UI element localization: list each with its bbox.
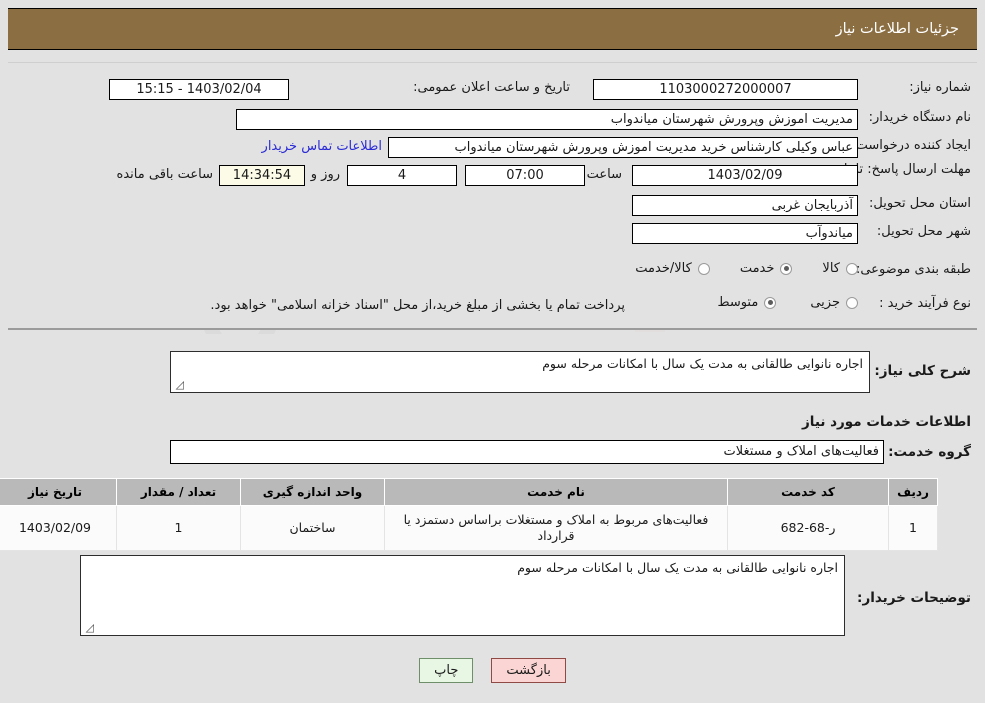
payment-note: پرداخت تمام یا بخشی از مبلغ خرید،از محل … (210, 298, 625, 313)
remaining-time-label: ساعت باقی مانده (116, 167, 213, 182)
public-announce-label: تاریخ و ساعت اعلان عمومی: (413, 80, 570, 95)
public-announce-label-wrap: تاریخ و ساعت اعلان عمومی: (413, 80, 570, 95)
deadline-date-value: 1403/02/09 (632, 165, 858, 186)
province-label: استان محل تحویل: (869, 196, 971, 211)
back-button[interactable]: بازگشت (491, 658, 566, 683)
table-header-row: ردیف کد خدمت نام خدمت واحد اندازه گیری ت… (0, 478, 938, 506)
col-service-name: نام خدمت (384, 478, 728, 506)
purchase-type-options: جزیی متوسط (717, 295, 858, 310)
col-need-date: تاریخ نیاز (0, 478, 117, 506)
service-group-value: فعالیت‌های املاک و مستغلات (170, 440, 884, 464)
purchase-type-option-jozii[interactable]: جزیی (810, 295, 858, 310)
need-number-row: شماره نیاز: (909, 80, 971, 95)
buyer-org-value: مدیریت اموزش وپرورش شهرستان میاندواب (236, 109, 858, 130)
buyer-notes-value: اجاره نانوایی طالقانی به مدت یک سال با ا… (517, 560, 838, 575)
page-root: AriaTender.net جزئیات اطلاعات نیاز شماره… (0, 0, 985, 703)
cell-service-name: فعالیت‌های مربوط به املاک و مستغلات براس… (384, 505, 728, 551)
need-number-label: شماره نیاز: (909, 80, 971, 95)
category-row: طبقه بندی موضوعی: (856, 262, 971, 277)
requester-value: عباس وکیلی کارشناس خرید مدیریت اموزش وپر… (388, 137, 858, 158)
category-option-kala-khedmat[interactable]: کالا/خدمت (635, 261, 710, 276)
category-option-label: کالا/خدمت (635, 261, 692, 276)
page-header-bar: جزئیات اطلاعات نیاز (8, 8, 977, 50)
public-announce-value: 1403/02/04 - 15:15 (109, 79, 289, 100)
purchase-type-option-label: جزیی (810, 295, 840, 310)
buyer-org-row: نام دستگاه خریدار: (869, 110, 971, 125)
city-label: شهر محل تحویل: (876, 224, 971, 239)
city-value: میاندوآب (632, 223, 858, 244)
deadline-label-wrap: مهلت ارسال پاسخ: تا تاریخ: (821, 162, 971, 177)
services-section-title: اطلاعات خدمات مورد نیاز (801, 414, 971, 430)
footer-button-row: بازگشت چاپ (0, 658, 985, 683)
cell-need-date: 1403/02/09 (0, 505, 117, 551)
category-option-label: کالا (822, 261, 840, 276)
requester-label: ایجاد کننده درخواست: (851, 138, 971, 153)
deadline-time-label: ساعت (586, 167, 622, 182)
deadline-time-value: 07:00 (465, 165, 585, 186)
purchase-type-row: نوع فرآیند خرید : (879, 296, 971, 311)
remaining-days-label: روز و (310, 167, 340, 182)
category-options: کالا خدمت کالا/خدمت (635, 261, 858, 276)
city-row: شهر محل تحویل: (877, 224, 971, 239)
need-desc-textarea[interactable]: اجاره نانوایی طالقانی به مدت یک سال با ا… (170, 351, 870, 393)
col-quantity: تعداد / مقدار (116, 478, 241, 506)
requester-row: ایجاد کننده درخواست: (851, 138, 971, 153)
resize-grip-icon[interactable]: ◿ (174, 379, 184, 390)
remaining-days-value: 4 (347, 165, 457, 186)
cell-row-no: 1 (888, 505, 938, 551)
buyer-notes-label: توضیحات خریدار: (857, 590, 971, 606)
services-table: ردیف کد خدمت نام خدمت واحد اندازه گیری ت… (0, 478, 938, 551)
need-number-value: 1103000272000007 (593, 79, 858, 100)
category-option-khedmat[interactable]: خدمت (740, 261, 793, 276)
table-row: 1 ر-68-682 فعالیت‌های مربوط به املاک و م… (0, 505, 938, 551)
cell-unit: ساختمان (240, 505, 385, 551)
buyer-org-label: نام دستگاه خریدار: (868, 110, 971, 125)
resize-grip-icon[interactable]: ◿ (84, 622, 94, 633)
radio-icon[interactable] (780, 262, 793, 275)
col-service-code: کد خدمت (727, 478, 889, 506)
print-button[interactable]: چاپ (419, 658, 474, 683)
purchase-type-label: نوع فرآیند خرید : (879, 296, 971, 311)
province-value: آذربایجان غربی (632, 195, 858, 216)
radio-icon[interactable] (846, 296, 858, 309)
service-group-label: گروه خدمت: (888, 444, 971, 460)
category-option-kala[interactable]: کالا (822, 261, 858, 276)
cell-service-code: ر-68-682 (727, 505, 889, 551)
province-row: استان محل تحویل: (869, 196, 971, 211)
page-title: جزئیات اطلاعات نیاز (835, 21, 959, 37)
radio-icon[interactable] (846, 262, 858, 275)
col-row-no: ردیف (888, 478, 938, 506)
buyer-notes-textarea[interactable]: اجاره نانوایی طالقانی به مدت یک سال با ا… (80, 555, 845, 636)
need-desc-value: اجاره نانوایی طالقانی به مدت یک سال با ا… (542, 356, 863, 371)
col-unit: واحد اندازه گیری (240, 478, 385, 506)
category-label: طبقه بندی موضوعی: (855, 262, 971, 277)
radio-icon[interactable] (764, 296, 777, 309)
purchase-type-option-label: متوسط (717, 295, 759, 310)
cell-quantity: 1 (116, 505, 241, 551)
need-desc-label: شرح کلی نیاز: (874, 363, 971, 379)
category-option-label: خدمت (739, 261, 775, 276)
radio-icon[interactable] (697, 262, 710, 275)
purchase-type-option-motevaset[interactable]: متوسط (717, 295, 777, 310)
remaining-time-value: 14:34:54 (219, 165, 305, 186)
buyer-contact-link[interactable]: اطلاعات تماس خریدار (262, 139, 382, 154)
